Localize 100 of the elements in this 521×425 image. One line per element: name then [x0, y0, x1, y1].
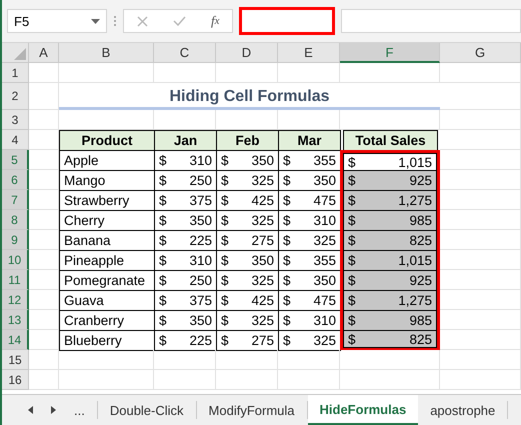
column-header[interactable]: G [440, 43, 521, 63]
amount: 375 [189, 193, 212, 208]
column-heading: Total Sales [343, 130, 438, 151]
amount: 250 [189, 273, 212, 288]
amount: 425 [251, 293, 274, 308]
total-amount: 825 [409, 233, 432, 248]
row-header[interactable]: 2 [2, 83, 29, 110]
amount: 425 [251, 193, 274, 208]
column-header[interactable]: D [216, 43, 278, 63]
total-amount: 925 [409, 273, 432, 288]
amount: 275 [251, 333, 274, 348]
row-header[interactable]: 5 [2, 150, 29, 170]
row-header[interactable]: 8 [2, 210, 29, 230]
cancel-icon[interactable] [136, 16, 148, 26]
currency-symbol: $ [159, 193, 167, 208]
select-all-icon[interactable] [14, 48, 26, 60]
empty-cell [216, 63, 278, 83]
empty-cell [154, 370, 216, 390]
currency-symbol: $ [221, 213, 229, 228]
empty-cell [154, 63, 216, 83]
scroll-left-icon[interactable] [28, 406, 33, 414]
currency-symbol: $ [283, 153, 291, 168]
currency-symbol: $ [221, 313, 229, 328]
column-heading: Jan [154, 130, 217, 151]
currency-symbol: $ [221, 173, 229, 188]
formula-field[interactable] [239, 7, 335, 35]
amount: 310 [189, 153, 212, 168]
amount: 325 [251, 273, 274, 288]
currency-symbol: $ [221, 333, 229, 348]
empty-cell [216, 370, 278, 390]
amount: 350 [251, 253, 274, 268]
row-header[interactable]: 11 [2, 270, 29, 290]
total-amount: 825 [409, 332, 432, 346]
currency-symbol: $ [159, 333, 167, 348]
empty-cell [278, 350, 340, 370]
amount: 225 [189, 333, 212, 348]
currency-symbol: $ [283, 273, 291, 288]
table-cell: Blueberry [59, 330, 155, 351]
amount: 325 [251, 313, 274, 328]
formula-bar[interactable] [341, 9, 521, 33]
currency-symbol: $ [159, 233, 167, 248]
amount: 310 [313, 213, 336, 228]
currency-symbol: $ [283, 333, 291, 348]
scroll-right-icon[interactable] [51, 406, 56, 414]
amount: 475 [313, 193, 336, 208]
currency-symbol: $ [348, 173, 356, 188]
column-heading: Feb [216, 130, 279, 151]
total-amount: 985 [409, 313, 432, 328]
amount: 310 [189, 253, 212, 268]
amount: 325 [313, 233, 336, 248]
column-header[interactable]: C [154, 43, 216, 63]
row-header[interactable]: 16 [2, 370, 29, 390]
row-header[interactable]: 3 [2, 110, 29, 130]
column-header[interactable]: F [340, 43, 440, 63]
amount: 275 [251, 233, 274, 248]
row-header[interactable]: 15 [2, 350, 29, 370]
sheet-tab[interactable]: Double-Click [98, 401, 197, 419]
empty-cell [216, 350, 278, 370]
currency-symbol: $ [348, 332, 356, 346]
row-header[interactable]: 1 [2, 63, 29, 83]
total-amount: 925 [409, 173, 432, 188]
total-amount: 985 [409, 213, 432, 228]
currency-symbol: $ [348, 233, 356, 248]
row-header[interactable]: 4 [2, 130, 29, 150]
more-sheets[interactable]: ... [74, 402, 85, 418]
row-header[interactable]: 6 [2, 170, 29, 190]
row-header[interactable]: 7 [2, 190, 29, 210]
currency-symbol: $ [159, 213, 167, 228]
check-icon[interactable] [172, 16, 186, 26]
row-header[interactable]: 10 [2, 250, 29, 270]
amount: 350 [189, 213, 212, 228]
row-header[interactable]: 14 [2, 330, 29, 350]
amount: 325 [313, 333, 336, 348]
currency-symbol: $ [283, 233, 291, 248]
currency-symbol: $ [348, 213, 356, 228]
row-header[interactable]: 13 [2, 310, 29, 330]
column-header[interactable]: B [59, 43, 154, 63]
column-header[interactable]: E [278, 43, 340, 63]
row-header[interactable]: 12 [2, 290, 29, 310]
row-header[interactable]: 9 [2, 230, 29, 250]
caret-icon [91, 18, 100, 24]
currency-symbol: $ [221, 293, 229, 308]
amount: 350 [251, 153, 274, 168]
sheet-tab[interactable]: apostrophe [418, 401, 508, 419]
currency-symbol: $ [221, 253, 229, 268]
currency-symbol: $ [283, 313, 291, 328]
column-heading: Mar [278, 130, 341, 151]
currency-symbol: $ [348, 253, 356, 268]
currency-symbol: $ [348, 193, 356, 208]
amount: 475 [313, 293, 336, 308]
name-box[interactable]: F5 [7, 9, 107, 33]
column-header[interactable]: A [29, 43, 59, 63]
total-amount: 1,275 [398, 293, 432, 308]
grip-icon [113, 14, 117, 28]
currency-symbol: $ [221, 273, 229, 288]
amount: 350 [189, 313, 212, 328]
amount: 355 [313, 153, 336, 168]
sheet-tab[interactable]: HideFormulas [308, 395, 418, 425]
total-amount: 1,275 [398, 193, 432, 208]
amount: 375 [189, 293, 212, 308]
